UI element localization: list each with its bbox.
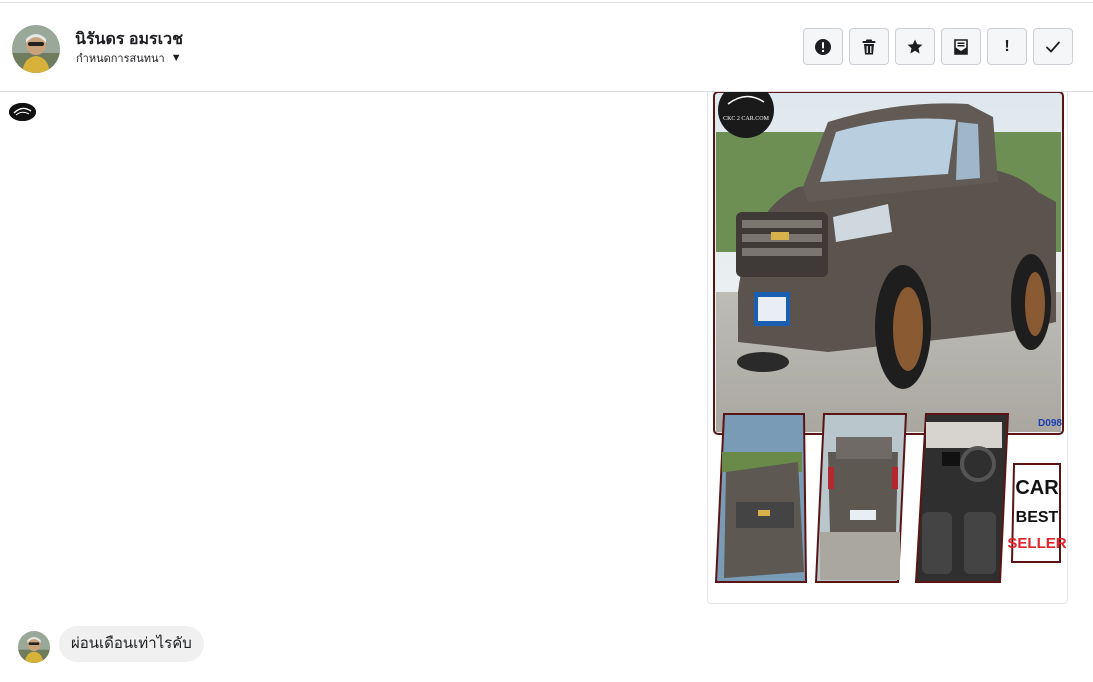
page-logo: [9, 103, 36, 121]
exclamation-icon: !: [1004, 37, 1010, 55]
badge-line-2: BEST: [1016, 509, 1059, 526]
check-icon: [1046, 41, 1060, 52]
envelope-icon: [954, 38, 968, 55]
conversation-header: นิรันดร อมรเวช กำหนดการสนทนา ▼ !: [0, 3, 1093, 92]
thumbnail-interior: [914, 413, 1010, 583]
main-car-photo: CKC 2 CAR.COM D098: [713, 92, 1064, 435]
logo-text: CKC 2 CAR.COM: [723, 116, 770, 122]
badge-line-3: SELLER: [1007, 535, 1066, 552]
corner-code: D098: [1038, 418, 1062, 429]
alert-circle-icon: [815, 38, 831, 55]
best-seller-badge: CAR BEST SELLER: [1007, 463, 1067, 563]
contact-avatar[interactable]: [12, 25, 60, 73]
mark-done-button[interactable]: [1033, 28, 1073, 65]
mark-unread-button[interactable]: [941, 28, 981, 65]
delete-button[interactable]: [849, 28, 889, 65]
badge-line-1: CAR: [1015, 477, 1059, 499]
message-bubble[interactable]: ผ่อนเดือนเท่าไรคับ: [59, 626, 204, 662]
star-button[interactable]: [895, 28, 935, 65]
follow-up-button[interactable]: !: [987, 28, 1027, 65]
thumbnail-front: [714, 413, 808, 583]
conversation-settings-label: กำหนดการสนทนา: [76, 53, 165, 65]
caret-down-icon: ▼: [170, 51, 182, 64]
report-button[interactable]: [803, 28, 843, 65]
sender-avatar[interactable]: [18, 631, 50, 663]
image-attachment[interactable]: CKC 2 CAR.COM D098 CAR BEST SELLER: [707, 92, 1068, 604]
star-icon: [907, 39, 923, 53]
thumbnail-rear: [814, 413, 908, 583]
trash-icon: [862, 39, 876, 54]
conversation-actions: !: [803, 28, 1073, 66]
conversation-settings-dropdown[interactable]: กำหนดการสนทนา ▼: [76, 49, 182, 67]
